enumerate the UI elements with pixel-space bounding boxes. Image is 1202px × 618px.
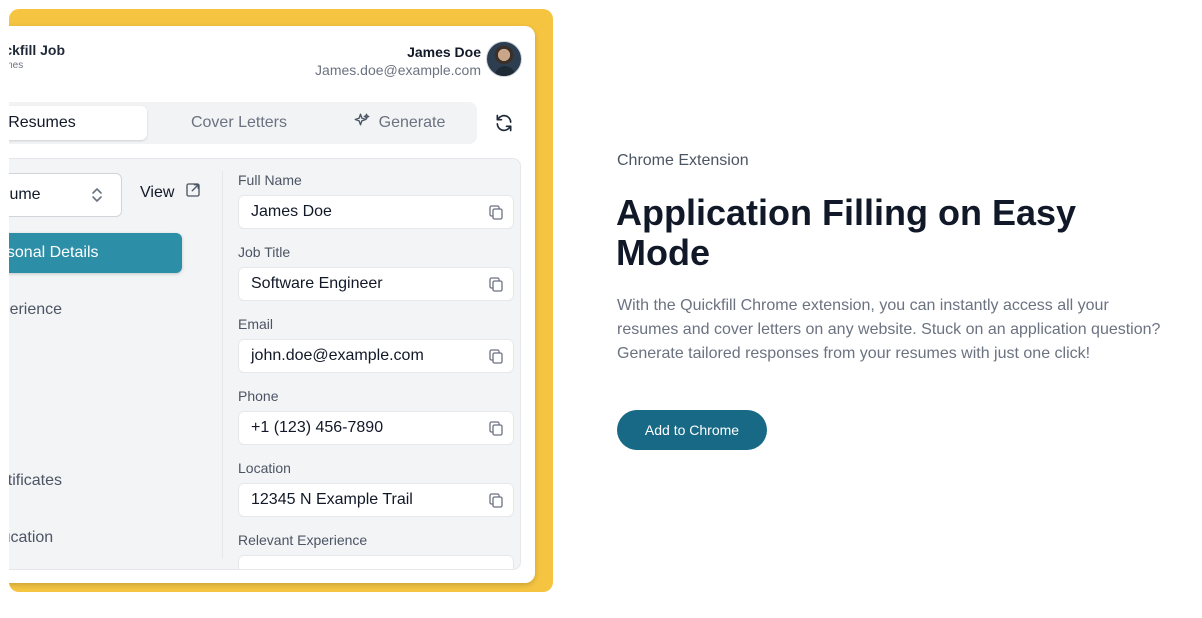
sidebar-item-experience[interactable]: Experience [9, 290, 150, 330]
tab-resumes[interactable]: Resumes [9, 106, 147, 140]
full-name-field[interactable]: James Doe [238, 195, 514, 229]
refresh-icon[interactable] [493, 112, 515, 134]
copy-icon[interactable] [489, 349, 503, 364]
tab-label: Cover Letters [190, 114, 288, 131]
field-value: +1 (123) 456-7890 [251, 419, 384, 436]
avatar[interactable] [486, 41, 522, 77]
copy-icon[interactable] [489, 205, 503, 220]
headline: Application Filling on Easy Mode [616, 192, 1077, 273]
sidebar-item-education[interactable]: Education [9, 518, 150, 558]
tab-bar: Resumes Cover Letters Generate [9, 102, 477, 144]
tab-cover-letters[interactable]: Cover Letters [157, 106, 321, 140]
field-value: James Doe [251, 203, 332, 220]
field-value: 12345 N Example Trail [251, 491, 413, 508]
sidebar-item-label: Personal Details [9, 244, 99, 261]
extension-header: Quickfill Job Resumes James Doe James.do… [9, 26, 535, 96]
page: Quickfill Job Resumes James Doe James.do… [0, 0, 1202, 618]
tab-label: Generate [378, 114, 446, 131]
resume-select[interactable]: Resume [9, 173, 122, 217]
extension-window: Quickfill Job Resumes James Doe James.do… [9, 26, 535, 583]
email-field[interactable]: john.doe@example.com [238, 339, 514, 373]
view-label: View [140, 183, 175, 201]
sidebar-item-personal-details[interactable]: Personal Details [9, 233, 182, 273]
divider [222, 171, 223, 559]
field-label: Email [238, 316, 274, 332]
field-label: Location [238, 460, 291, 476]
user-info: James Doe James.doe@example.com [315, 43, 481, 79]
field-full-name: Full Name James Doe [238, 171, 514, 229]
add-to-chrome-button[interactable]: Add to Chrome [617, 410, 767, 450]
location-field[interactable]: 12345 N Example Trail [238, 483, 514, 517]
sidebar-item-label: Certificates [9, 472, 63, 489]
brand-name: Quickfill Job [9, 42, 66, 58]
external-link-icon [184, 181, 202, 204]
chevron-updown-icon [91, 186, 103, 204]
sidebar-item-certificates[interactable]: Certificates [9, 461, 150, 501]
user-email: James.doe@example.com [315, 62, 481, 78]
copy-icon[interactable] [489, 493, 503, 508]
sidebar-item-label: Education [9, 529, 54, 546]
field-value: Software Engineer [251, 275, 383, 292]
field-value: john.doe@example.com [251, 347, 424, 364]
field-phone: Phone +1 (123) 456-7890 [238, 387, 514, 445]
field-label: Full Name [238, 172, 302, 188]
sidebar-item-label: Experience [9, 301, 63, 318]
tab-label: Resumes [9, 114, 76, 131]
field-job-title: Job Title Software Engineer [238, 243, 514, 301]
tab-generate[interactable]: Generate [317, 106, 481, 140]
sparkle-icon [353, 112, 371, 135]
job-title-field[interactable]: Software Engineer [238, 267, 514, 301]
user-name: James Doe [407, 44, 481, 60]
content-panel: Resume View Personal Details Experience [9, 158, 521, 570]
field-label: Phone [238, 388, 279, 404]
add-to-chrome-label: Add to Chrome [644, 422, 740, 438]
view-button[interactable]: View [140, 181, 202, 204]
screenshot-frame: Quickfill Job Resumes James Doe James.do… [9, 9, 553, 592]
relevant-experience-field[interactable] [238, 555, 514, 569]
copy-icon[interactable] [489, 277, 503, 292]
field-location: Location 12345 N Example Trail [238, 459, 514, 517]
field-email: Email john.doe@example.com [238, 315, 514, 373]
field-relevant-experience: Relevant Experience [238, 531, 514, 569]
eyebrow-text: Chrome Extension [617, 152, 749, 169]
phone-field[interactable]: +1 (123) 456-7890 [238, 411, 514, 445]
field-label: Relevant Experience [238, 532, 368, 548]
resume-select-value: Resume [9, 186, 41, 203]
brand: Quickfill Job Resumes [9, 42, 65, 74]
description: With the Quickfill Chrome extension, you… [617, 297, 1161, 362]
field-label: Job Title [238, 244, 291, 260]
brand-subtitle: Resumes [9, 60, 24, 71]
copy-icon[interactable] [489, 421, 503, 436]
